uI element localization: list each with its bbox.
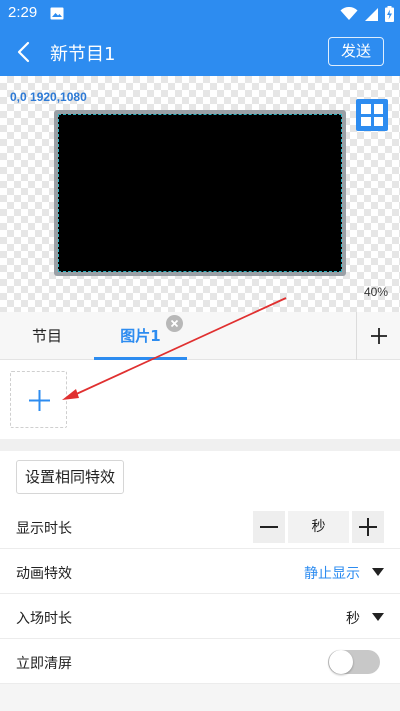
active-tab-indicator <box>94 357 187 360</box>
entrance-duration-row[interactable]: 入场时长 秒 <box>0 595 400 639</box>
status-bar: 2:29 <box>0 0 400 28</box>
chevron-down-icon[interactable] <box>372 613 384 621</box>
status-time: 2:29 <box>8 4 38 21</box>
add-image-button[interactable] <box>10 371 67 428</box>
set-same-effect-button[interactable]: 设置相同特效 <box>16 460 124 494</box>
entrance-duration-label: 入场时长 <box>16 611 72 627</box>
screen-coordinates: 0,0 1920,1080 <box>10 90 87 104</box>
zoom-level: 40% <box>363 285 388 299</box>
led-screen-frame <box>54 110 346 276</box>
led-screen-preview[interactable] <box>58 114 342 272</box>
add-tab-button[interactable] <box>356 312 400 360</box>
page-title: 新节目1 <box>50 44 116 65</box>
display-duration-row: 显示时长 秒 <box>0 505 400 549</box>
chevron-down-icon[interactable] <box>372 568 384 576</box>
back-arrow-icon <box>17 41 30 63</box>
animation-effect-label: 动画特效 <box>16 566 72 582</box>
preview-canvas: 0,0 1920,1080 40% <box>0 76 400 312</box>
section-divider <box>0 439 400 451</box>
back-button[interactable] <box>8 36 40 68</box>
image-icon <box>50 7 64 20</box>
battery-charging-icon <box>385 6 394 22</box>
signal-icon <box>365 7 378 21</box>
display-duration-label: 显示时长 <box>16 521 72 537</box>
image-list <box>0 361 400 439</box>
close-tab-button[interactable] <box>166 315 183 332</box>
next-section-partial <box>0 684 400 711</box>
title-bar: 新节目1 发送 <box>0 28 400 76</box>
plus-icon <box>359 518 377 536</box>
close-icon <box>170 319 179 328</box>
plus-icon <box>371 328 387 344</box>
status-icons <box>340 5 394 23</box>
clear-screen-row: 立即清屏 <box>0 640 400 684</box>
increase-duration-button[interactable] <box>352 511 384 543</box>
tab-program[interactable]: 节目 <box>0 312 94 360</box>
grid-layout-icon[interactable] <box>356 99 388 131</box>
send-button[interactable]: 发送 <box>328 37 384 66</box>
animation-effect-row[interactable]: 动画特效 静止显示 <box>0 550 400 594</box>
clear-screen-label: 立即清屏 <box>16 656 72 672</box>
clear-screen-toggle[interactable] <box>328 650 380 674</box>
tab-bar: 节目 图片1 <box>0 312 400 360</box>
toggle-knob <box>329 650 353 674</box>
decrease-duration-button[interactable] <box>253 511 285 543</box>
animation-effect-value[interactable]: 静止显示 <box>304 563 360 583</box>
minus-icon <box>260 526 278 528</box>
entrance-duration-value[interactable]: 秒 <box>346 608 360 628</box>
duration-input[interactable]: 秒 <box>288 511 349 543</box>
wifi-icon <box>340 7 358 20</box>
plus-icon <box>29 390 50 411</box>
